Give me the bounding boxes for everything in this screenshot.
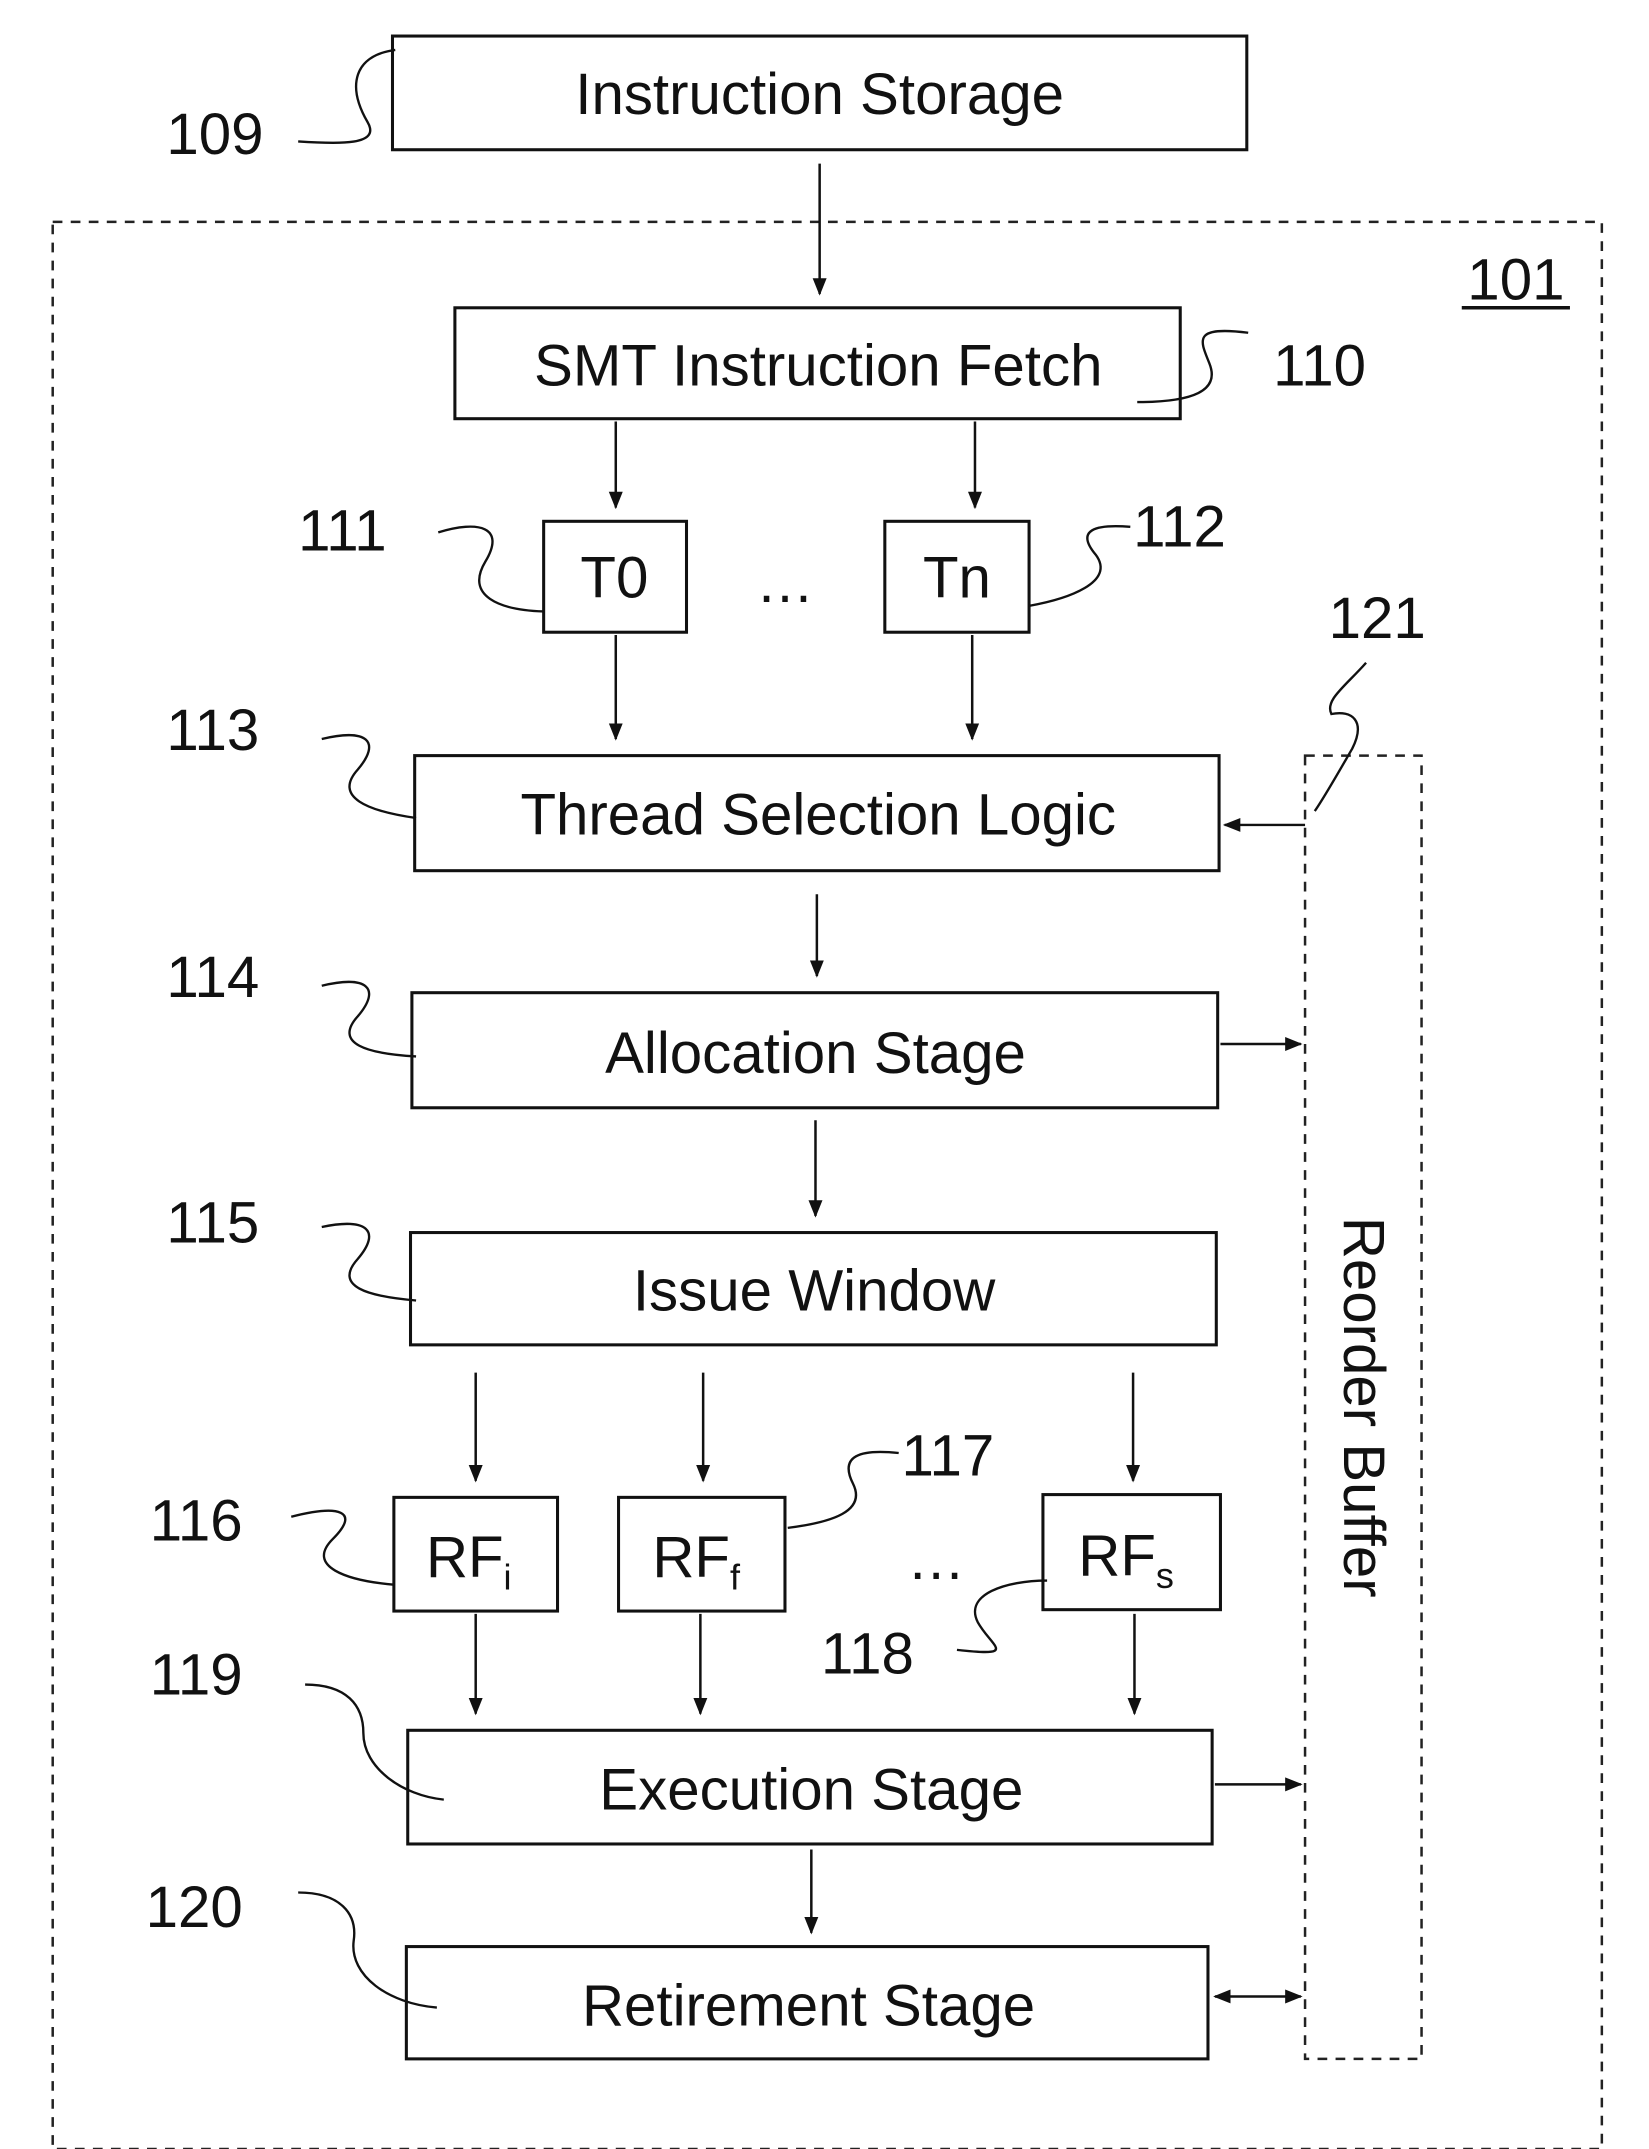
leader-114 [321, 980, 417, 1058]
register-file-int-block: RFi [392, 1495, 560, 1613]
ref-113: 113 [166, 698, 259, 763]
ref-109: 109 [166, 102, 263, 167]
processor-container [51, 220, 1604, 2149]
leader-117 [787, 1450, 899, 1530]
execution-stage-block: Execution Stage [406, 1728, 1214, 1846]
leader-113 [321, 734, 417, 820]
svg-text:Thread Selection Logic: Thread Selection Logic [520, 783, 1116, 848]
processor-pipeline-diagram: 101 Instruction Storage 109 SMT Instruct… [51, 34, 1604, 2149]
leader-118 [956, 1579, 1048, 1654]
thread-selection-logic-block: Thread Selection Logic [413, 754, 1221, 873]
leader-116 [290, 1509, 394, 1586]
svg-text:Instruction Storage: Instruction Storage [575, 62, 1064, 127]
ref-116: 116 [150, 1488, 243, 1553]
ref-120: 120 [146, 1875, 243, 1940]
ref-121: 121 [1329, 586, 1426, 651]
thread-tn-block: Tn [883, 519, 1031, 634]
svg-text:Execution Stage: Execution Stage [599, 1757, 1023, 1822]
svg-text:SMT Instruction Fetch: SMT Instruction Fetch [534, 334, 1102, 399]
allocation-stage-block: Allocation Stage [410, 991, 1220, 1110]
rf-ellipsis: … [907, 1527, 965, 1592]
leader-121 [1313, 661, 1367, 812]
svg-text:RFi: RFi [426, 1524, 512, 1596]
svg-text:T0: T0 [580, 546, 648, 611]
leader-109 [298, 48, 396, 145]
thread-t0-block: T0 [542, 519, 689, 634]
ref-110: 110 [1273, 334, 1366, 399]
thread-ellipsis: … [756, 550, 814, 615]
ref-119: 119 [150, 1642, 243, 1707]
ref-115: 115 [166, 1190, 259, 1255]
ref-112: 112 [1133, 494, 1226, 559]
leader-112 [1028, 525, 1131, 608]
container-ref: 101 [1467, 248, 1564, 313]
issue-window-block: Issue Window [408, 1231, 1218, 1347]
register-file-s-block: RFs [1041, 1493, 1222, 1612]
svg-text:Issue Window: Issue Window [633, 1258, 996, 1323]
reorder-buffer-block: Reorder Buffer [1303, 754, 1423, 2061]
ref-117: 117 [901, 1423, 994, 1488]
ref-114: 114 [166, 945, 259, 1010]
register-file-fp-block: RFf [617, 1495, 787, 1613]
svg-text:Tn: Tn [923, 546, 991, 611]
svg-text:Retirement Stage: Retirement Stage [582, 1974, 1035, 2039]
svg-text:Reorder Buffer: Reorder Buffer [1331, 1217, 1396, 1598]
ref-118: 118 [821, 1622, 914, 1687]
ref-111: 111 [298, 499, 387, 564]
retirement-stage-block: Retirement Stage [404, 1945, 1210, 2061]
leader-115 [321, 1222, 417, 1302]
svg-text:Allocation Stage: Allocation Stage [605, 1021, 1026, 1086]
svg-text:RFf: RFf [652, 1524, 741, 1596]
smt-instruction-fetch-block: SMT Instruction Fetch [453, 306, 1182, 421]
leader-111 [437, 525, 544, 613]
instruction-storage-block: Instruction Storage [390, 34, 1249, 152]
